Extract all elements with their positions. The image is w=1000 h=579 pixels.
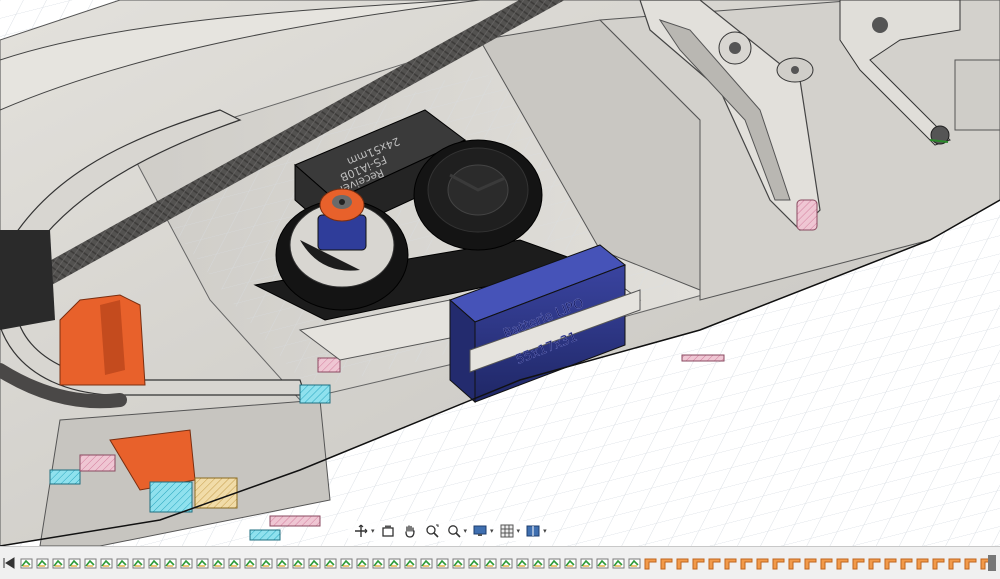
timeline-sketch-icon[interactable] — [212, 557, 225, 570]
timeline-sketch-icon[interactable] — [628, 557, 641, 570]
orbit-button[interactable] — [352, 523, 370, 539]
servo-wheel-right[interactable] — [413, 139, 543, 251]
timeline-sketch-icon[interactable] — [516, 557, 529, 570]
grid-settings-button[interactable] — [498, 523, 516, 539]
viewports-button[interactable] — [524, 523, 542, 539]
timeline-sketch-icon[interactable] — [20, 557, 33, 570]
chevron-down-icon[interactable]: ▾ — [464, 527, 468, 535]
viewports-icon — [526, 525, 540, 537]
navigation-toolbar: ▾ ▾ ▾ ▾ ▾ — [348, 521, 551, 541]
timeline-sketch-icon[interactable] — [308, 557, 321, 570]
timeline-sketch-icon[interactable] — [148, 557, 161, 570]
timeline-start-icon[interactable] — [2, 556, 16, 570]
display-settings-button[interactable] — [471, 523, 489, 539]
timeline-fillet-icon[interactable] — [692, 557, 705, 570]
timeline-sketch-icon[interactable] — [452, 557, 465, 570]
timeline-sketch-icon[interactable] — [292, 557, 305, 570]
timeline-fillet-icon[interactable] — [916, 557, 929, 570]
timeline-sketch-icon[interactable] — [484, 557, 497, 570]
timeline-sketch-icon[interactable] — [404, 557, 417, 570]
look-at-icon — [381, 525, 394, 537]
timeline-sketch-icon[interactable] — [164, 557, 177, 570]
timeline-sketch-icon[interactable] — [500, 557, 513, 570]
timeline-sketch-icon[interactable] — [436, 557, 449, 570]
timeline-fillet-icon[interactable] — [756, 557, 769, 570]
timeline-sketch-icon[interactable] — [420, 557, 433, 570]
timeline-fillet-icon[interactable] — [724, 557, 737, 570]
timeline-sketch-icon[interactable] — [612, 557, 625, 570]
chevron-down-icon[interactable]: ▾ — [371, 527, 375, 535]
timeline-sketch-icon[interactable] — [100, 557, 113, 570]
timeline-sketch-icon[interactable] — [132, 557, 145, 570]
timeline-fillet-icon[interactable] — [868, 557, 881, 570]
timeline-fillet-icon[interactable] — [964, 557, 977, 570]
zoom-window-icon — [447, 525, 461, 538]
timeline-fillet-icon[interactable] — [788, 557, 801, 570]
timeline-sketch-icon[interactable] — [260, 557, 273, 570]
timeline-sketch-icon[interactable] — [580, 557, 593, 570]
timeline-fillet-icon[interactable] — [852, 557, 865, 570]
zoom-fit-icon — [425, 524, 439, 538]
pan-hand-icon — [404, 525, 415, 538]
look-at-button[interactable] — [379, 523, 397, 539]
timeline-sketch-icon[interactable] — [356, 557, 369, 570]
timeline-fillet-icon[interactable] — [772, 557, 785, 570]
timeline-fillet-icon[interactable] — [884, 557, 897, 570]
timeline-sketch-icon[interactable] — [548, 557, 561, 570]
timeline-fillet-icon[interactable] — [676, 557, 689, 570]
chevron-down-icon[interactable]: ▾ — [517, 527, 521, 535]
timeline-sketch-icon[interactable] — [340, 557, 353, 570]
timeline-fillet-icon[interactable] — [820, 557, 833, 570]
timeline-sketch-icon[interactable] — [180, 557, 193, 570]
timeline-sketch-icon[interactable] — [228, 557, 241, 570]
timeline-fillet-icon[interactable] — [900, 557, 913, 570]
timeline-fillet-icon[interactable] — [660, 557, 673, 570]
timeline-fillet-icon[interactable] — [804, 557, 817, 570]
display-settings-icon — [473, 525, 487, 536]
timeline-fillet-icon[interactable] — [948, 557, 961, 570]
chevron-down-icon[interactable]: ▾ — [490, 527, 494, 535]
timeline-fillet-icon[interactable] — [708, 557, 721, 570]
3d-viewport[interactable]: Receiver FS-iA10B 24x51mm Batterie LIPO … — [0, 0, 1000, 546]
timeline-sketch-icon[interactable] — [196, 557, 209, 570]
timeline-sketch-icon[interactable] — [36, 557, 49, 570]
timeline-sketch-icon[interactable] — [244, 557, 257, 570]
timeline-sketch-icon[interactable] — [564, 557, 577, 570]
timeline-fillet-icon[interactable] — [644, 557, 657, 570]
timeline-sketch-icon[interactable] — [532, 557, 545, 570]
timeline-sketch-icon[interactable] — [116, 557, 129, 570]
timeline-fillet-icon[interactable] — [932, 557, 945, 570]
timeline-sketch-icon[interactable] — [372, 557, 385, 570]
zoom-window-button[interactable] — [445, 523, 463, 539]
timeline-sketch-icon[interactable] — [388, 557, 401, 570]
timeline-fillet-icon[interactable] — [980, 557, 988, 570]
timeline-sketch-icon[interactable] — [68, 557, 81, 570]
timeline-marker[interactable] — [988, 555, 996, 571]
grid-settings-icon — [500, 524, 514, 538]
zoom-button[interactable] — [423, 523, 441, 539]
timeline-sketch-icon[interactable] — [468, 557, 481, 570]
timeline-sketch-icon[interactable] — [84, 557, 97, 570]
orbit-icon — [355, 524, 368, 537]
timeline-track — [16, 553, 988, 573]
timeline-sketch-icon[interactable] — [52, 557, 65, 570]
timeline-fillet-icon[interactable] — [740, 557, 753, 570]
timeline-fillet-icon[interactable] — [836, 557, 849, 570]
timeline-sketch-icon[interactable] — [276, 557, 289, 570]
timeline-sketch-icon[interactable] — [596, 557, 609, 570]
chevron-down-icon[interactable]: ▾ — [543, 527, 547, 535]
timeline-sketch-icon[interactable] — [324, 557, 337, 570]
pan-button[interactable] — [401, 523, 419, 539]
design-timeline — [0, 546, 1000, 579]
